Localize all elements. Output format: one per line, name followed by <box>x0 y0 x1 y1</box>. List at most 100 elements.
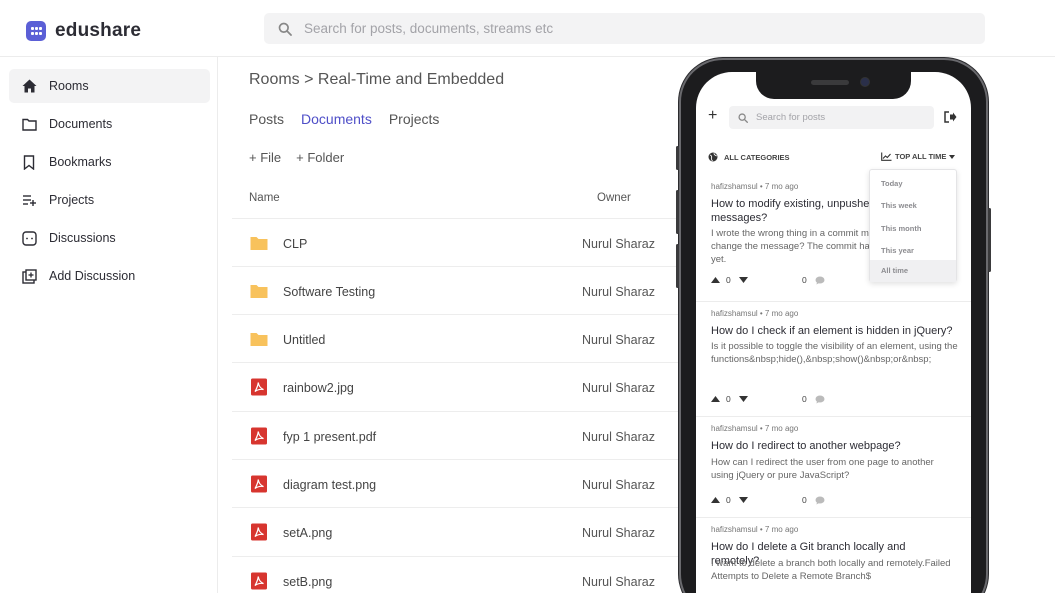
vote-count: 0 <box>726 495 731 505</box>
pdf-file-icon <box>251 427 267 445</box>
logout-icon[interactable] <box>944 111 957 123</box>
vote-controls: 0 <box>711 394 748 404</box>
sort-option-this-year[interactable]: This year <box>870 240 956 262</box>
sidebar-item-documents[interactable]: Documents <box>9 107 210 141</box>
downvote-icon[interactable] <box>738 277 748 283</box>
global-search-input[interactable] <box>304 21 904 36</box>
breadcrumb: Rooms > Real-Time and Embedded <box>249 71 505 88</box>
table-row[interactable]: diagram test.png Nurul Sharaz <box>232 459 692 507</box>
file-name: fyp 1 present.pdf <box>283 430 377 444</box>
file-owner: Nurul Sharaz <box>582 237 655 251</box>
add-folder-button[interactable]: + Folder <box>296 150 344 165</box>
file-owner: Nurul Sharaz <box>582 333 655 347</box>
comment-count-group[interactable]: 0 <box>802 495 825 505</box>
upvote-icon[interactable] <box>711 396 720 402</box>
table-row[interactable]: fyp 1 present.pdf Nurul Sharaz <box>232 411 692 459</box>
search-icon <box>738 112 748 123</box>
sidebar-item-label: Discussions <box>49 231 116 245</box>
sidebar: Rooms Documents Bookmarks Projects Discu… <box>0 57 218 593</box>
trending-icon <box>881 152 892 161</box>
sort-option-today[interactable]: Today <box>870 173 956 195</box>
search-icon <box>278 22 292 36</box>
column-header-owner[interactable]: Owner <box>597 192 631 204</box>
post-title[interactable]: How do I redirect to another webpage? <box>711 439 956 453</box>
add-file-button[interactable]: + File <box>249 150 281 165</box>
column-header-name[interactable]: Name <box>249 192 280 204</box>
phone-speaker <box>811 80 849 85</box>
comment-count-group[interactable]: 0 <box>802 394 825 404</box>
post-excerpt: I want to delete a branch both locally a… <box>711 558 951 582</box>
tab-posts[interactable]: Posts <box>249 111 284 127</box>
file-owner: Nurul Sharaz <box>582 478 655 492</box>
file-name: setB.png <box>283 575 333 589</box>
post-meta: hafizshamsul • 7 mo ago <box>711 424 799 433</box>
top-header: edushare <box>0 0 1055 57</box>
sidebar-item-bookmarks[interactable]: Bookmarks <box>9 145 210 179</box>
comment-icon <box>815 496 825 504</box>
post-card[interactable]: hafizshamsul • 7 mo ago How do I check i… <box>696 303 971 417</box>
tab-documents[interactable]: Documents <box>301 111 372 127</box>
vote-controls: 0 <box>711 275 748 285</box>
file-owner: Nurul Sharaz <box>582 381 655 395</box>
table-row[interactable]: rainbow2.jpg Nurul Sharaz <box>232 362 692 410</box>
table-row[interactable]: Software Testing Nurul Sharaz <box>232 266 692 314</box>
mobile-search-bar[interactable]: Search for posts <box>729 106 934 129</box>
document-actions: + File + Folder <box>249 150 344 165</box>
sidebar-item-label: Projects <box>49 193 95 207</box>
upvote-icon[interactable] <box>711 497 720 503</box>
vote-count: 0 <box>726 394 731 404</box>
add-square-icon <box>21 268 37 284</box>
pdf-file-icon <box>251 475 267 493</box>
file-owner: Nurul Sharaz <box>582 526 655 540</box>
post-card[interactable]: hafizshamsul • 7 mo ago How do I redirec… <box>696 418 971 518</box>
playlist-add-icon <box>21 192 37 208</box>
bookmark-icon <box>21 154 37 170</box>
home-icon <box>21 78 37 94</box>
category-filter[interactable]: ALL CATEGORIES <box>708 152 790 162</box>
file-name: rainbow2.jpg <box>283 381 354 395</box>
post-title[interactable]: How do I check if an element is hidden i… <box>711 324 956 338</box>
sort-filter-label: TOP ALL TIME <box>895 152 947 161</box>
file-name: diagram test.png <box>283 478 377 492</box>
post-card[interactable]: hafizshamsul • 7 mo ago How do I delete … <box>696 519 971 593</box>
post-excerpt: Is it possible to toggle the visibility … <box>711 341 958 365</box>
sort-filter[interactable]: TOP ALL TIME <box>881 152 956 161</box>
new-post-button[interactable]: + <box>708 107 717 125</box>
sidebar-item-label: Rooms <box>49 79 89 93</box>
mobile-search-placeholder: Search for posts <box>756 112 826 123</box>
folder-icon <box>21 116 37 132</box>
sidebar-item-add-discussion[interactable]: Add Discussion <box>9 259 210 293</box>
downvote-icon[interactable] <box>738 396 748 402</box>
folder-icon <box>250 237 268 250</box>
phone-side-button <box>676 146 679 170</box>
caret-down-icon <box>949 154 956 159</box>
logo-mark-icon <box>26 21 46 41</box>
table-row[interactable]: setA.png Nurul Sharaz <box>232 507 692 555</box>
folder-icon <box>250 285 268 298</box>
downvote-icon[interactable] <box>738 497 748 503</box>
sort-option-this-month[interactable]: This month <box>870 218 956 240</box>
sort-option-this-week[interactable]: This week <box>870 195 956 217</box>
pdf-file-icon <box>251 523 267 541</box>
table-row[interactable]: CLP Nurul Sharaz <box>232 218 692 266</box>
sidebar-item-discussions[interactable]: Discussions <box>9 221 210 255</box>
comment-count-group[interactable]: 0 <box>802 275 825 285</box>
app-logo[interactable]: edushare <box>26 20 141 42</box>
pdf-file-icon <box>251 378 267 396</box>
tab-projects[interactable]: Projects <box>389 111 440 127</box>
file-name: setA.png <box>283 526 333 540</box>
folder-icon <box>250 333 268 346</box>
file-name: Software Testing <box>283 285 376 299</box>
table-row[interactable]: setB.png Nurul Sharaz <box>232 556 692 593</box>
sort-dropdown-menu: Today This week This month This year All… <box>869 169 957 282</box>
sidebar-item-projects[interactable]: Projects <box>9 183 210 217</box>
upvote-icon[interactable] <box>711 277 720 283</box>
globe-icon <box>708 152 718 162</box>
phone-side-button <box>676 190 679 234</box>
table-row[interactable]: Untitled Nurul Sharaz <box>232 314 692 362</box>
chat-icon <box>21 230 37 246</box>
sidebar-item-rooms[interactable]: Rooms <box>9 69 210 103</box>
phone-side-button <box>988 208 991 272</box>
sort-option-all-time[interactable]: All time <box>870 260 956 282</box>
global-search-bar[interactable] <box>264 13 985 44</box>
